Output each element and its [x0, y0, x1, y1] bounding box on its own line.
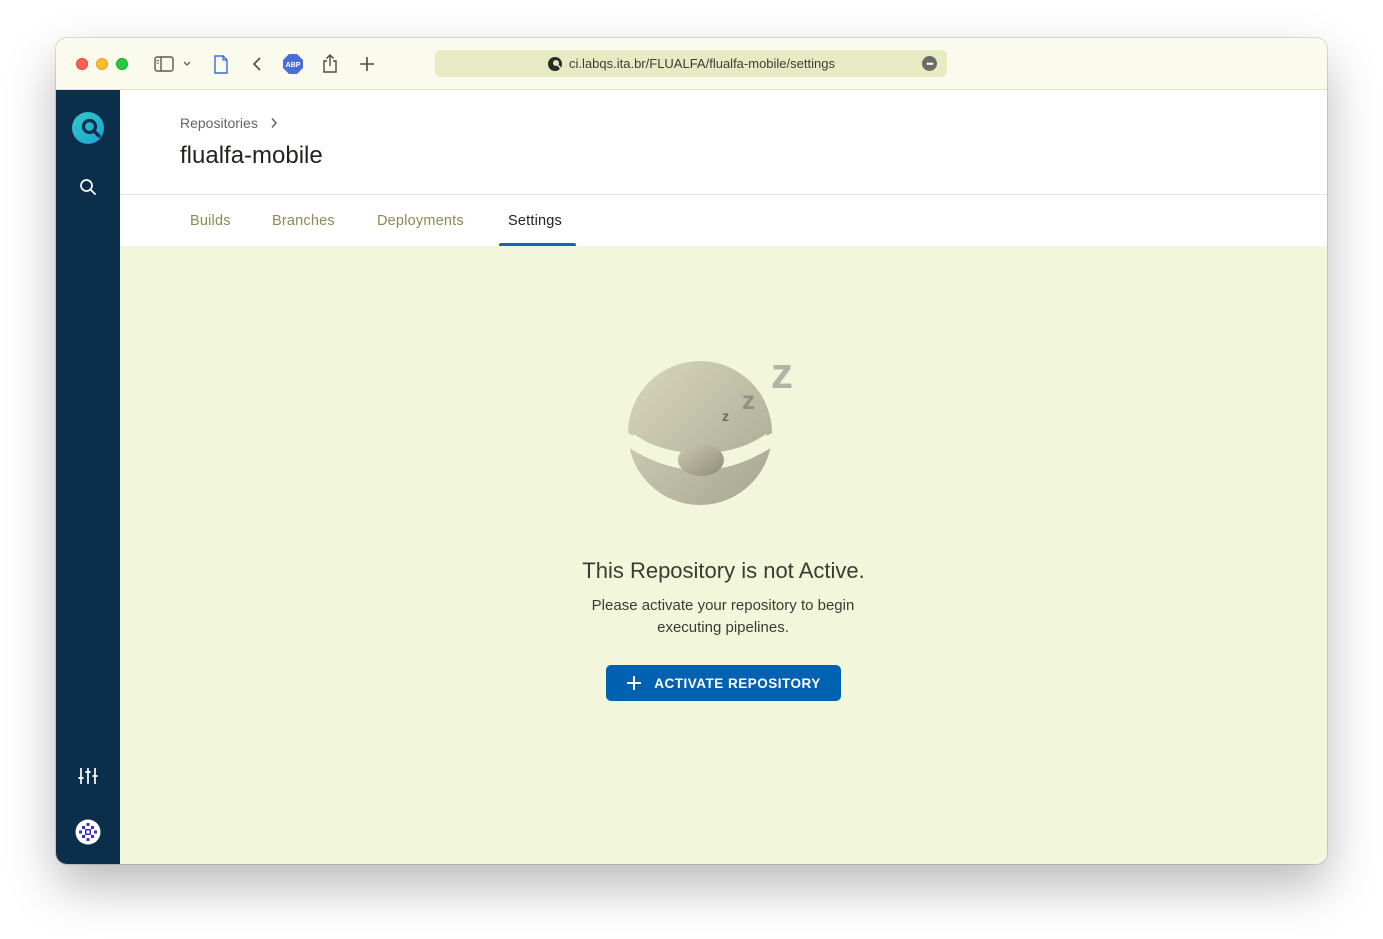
- sidebar-toggle-icon[interactable]: [152, 52, 176, 76]
- adblock-icon[interactable]: ABP: [281, 52, 305, 76]
- browser-window: ABP ci.labqs.ita.br/FLUALFA/flualfa-mobi…: [56, 38, 1327, 864]
- search-icon[interactable]: [56, 178, 120, 196]
- main-content: Repositories flualfa-mobile Builds Branc…: [120, 90, 1327, 864]
- page-icon[interactable]: [209, 52, 233, 76]
- browser-toolbar: ABP ci.labqs.ita.br/FLUALFA/flualfa-mobi…: [56, 38, 1327, 90]
- empty-state-title: This Repository is not Active.: [582, 558, 865, 583]
- tab-branches[interactable]: Branches: [272, 195, 335, 246]
- chevron-right-icon: [270, 117, 278, 129]
- activate-repository-label: ACTIVATE REPOSITORY: [654, 675, 821, 691]
- tab-builds[interactable]: Builds: [190, 195, 231, 246]
- breadcrumb: Repositories: [180, 115, 278, 131]
- address-bar[interactable]: ci.labqs.ita.br/FLUALFA/flualfa-mobile/s…: [435, 50, 947, 77]
- sleeping-drone-illustration: z z z: [626, 346, 818, 521]
- user-avatar-icon[interactable]: [56, 819, 120, 845]
- sidebar: [56, 90, 120, 864]
- svg-text:z: z: [771, 349, 793, 398]
- zoom-window-button[interactable]: [116, 58, 128, 70]
- close-window-button[interactable]: [76, 58, 88, 70]
- tab-bar: Builds Branches Deployments Settings: [120, 195, 1327, 246]
- svg-text:ABP: ABP: [286, 62, 301, 69]
- url-text: ci.labqs.ita.br/FLUALFA/flualfa-mobile/s…: [569, 56, 835, 71]
- site-icon: [547, 56, 563, 72]
- page-title: flualfa-mobile: [180, 142, 323, 169]
- share-icon[interactable]: [318, 52, 342, 76]
- more-icon[interactable]: •••: [922, 56, 937, 71]
- tab-deployments[interactable]: Deployments: [377, 195, 464, 246]
- activate-repository-button[interactable]: ACTIVATE REPOSITORY: [606, 665, 841, 701]
- new-tab-icon[interactable]: [355, 52, 379, 76]
- svg-text:z: z: [722, 408, 729, 424]
- breadcrumb-repositories-link[interactable]: Repositories: [180, 115, 258, 131]
- back-icon[interactable]: [245, 52, 269, 76]
- tab-settings[interactable]: Settings: [508, 195, 562, 246]
- page-header: Repositories flualfa-mobile: [120, 90, 1327, 195]
- empty-state-description: Please activate your repository to begin…: [591, 597, 855, 636]
- drone-logo-icon[interactable]: [56, 111, 120, 145]
- settings-sliders-icon[interactable]: [56, 767, 120, 785]
- chevron-down-icon[interactable]: [179, 52, 195, 76]
- minimize-window-button[interactable]: [96, 58, 108, 70]
- empty-state: z z z This Repository is not Active. Ple…: [120, 246, 1327, 864]
- plus-icon: [626, 675, 642, 691]
- svg-text:z: z: [742, 385, 755, 415]
